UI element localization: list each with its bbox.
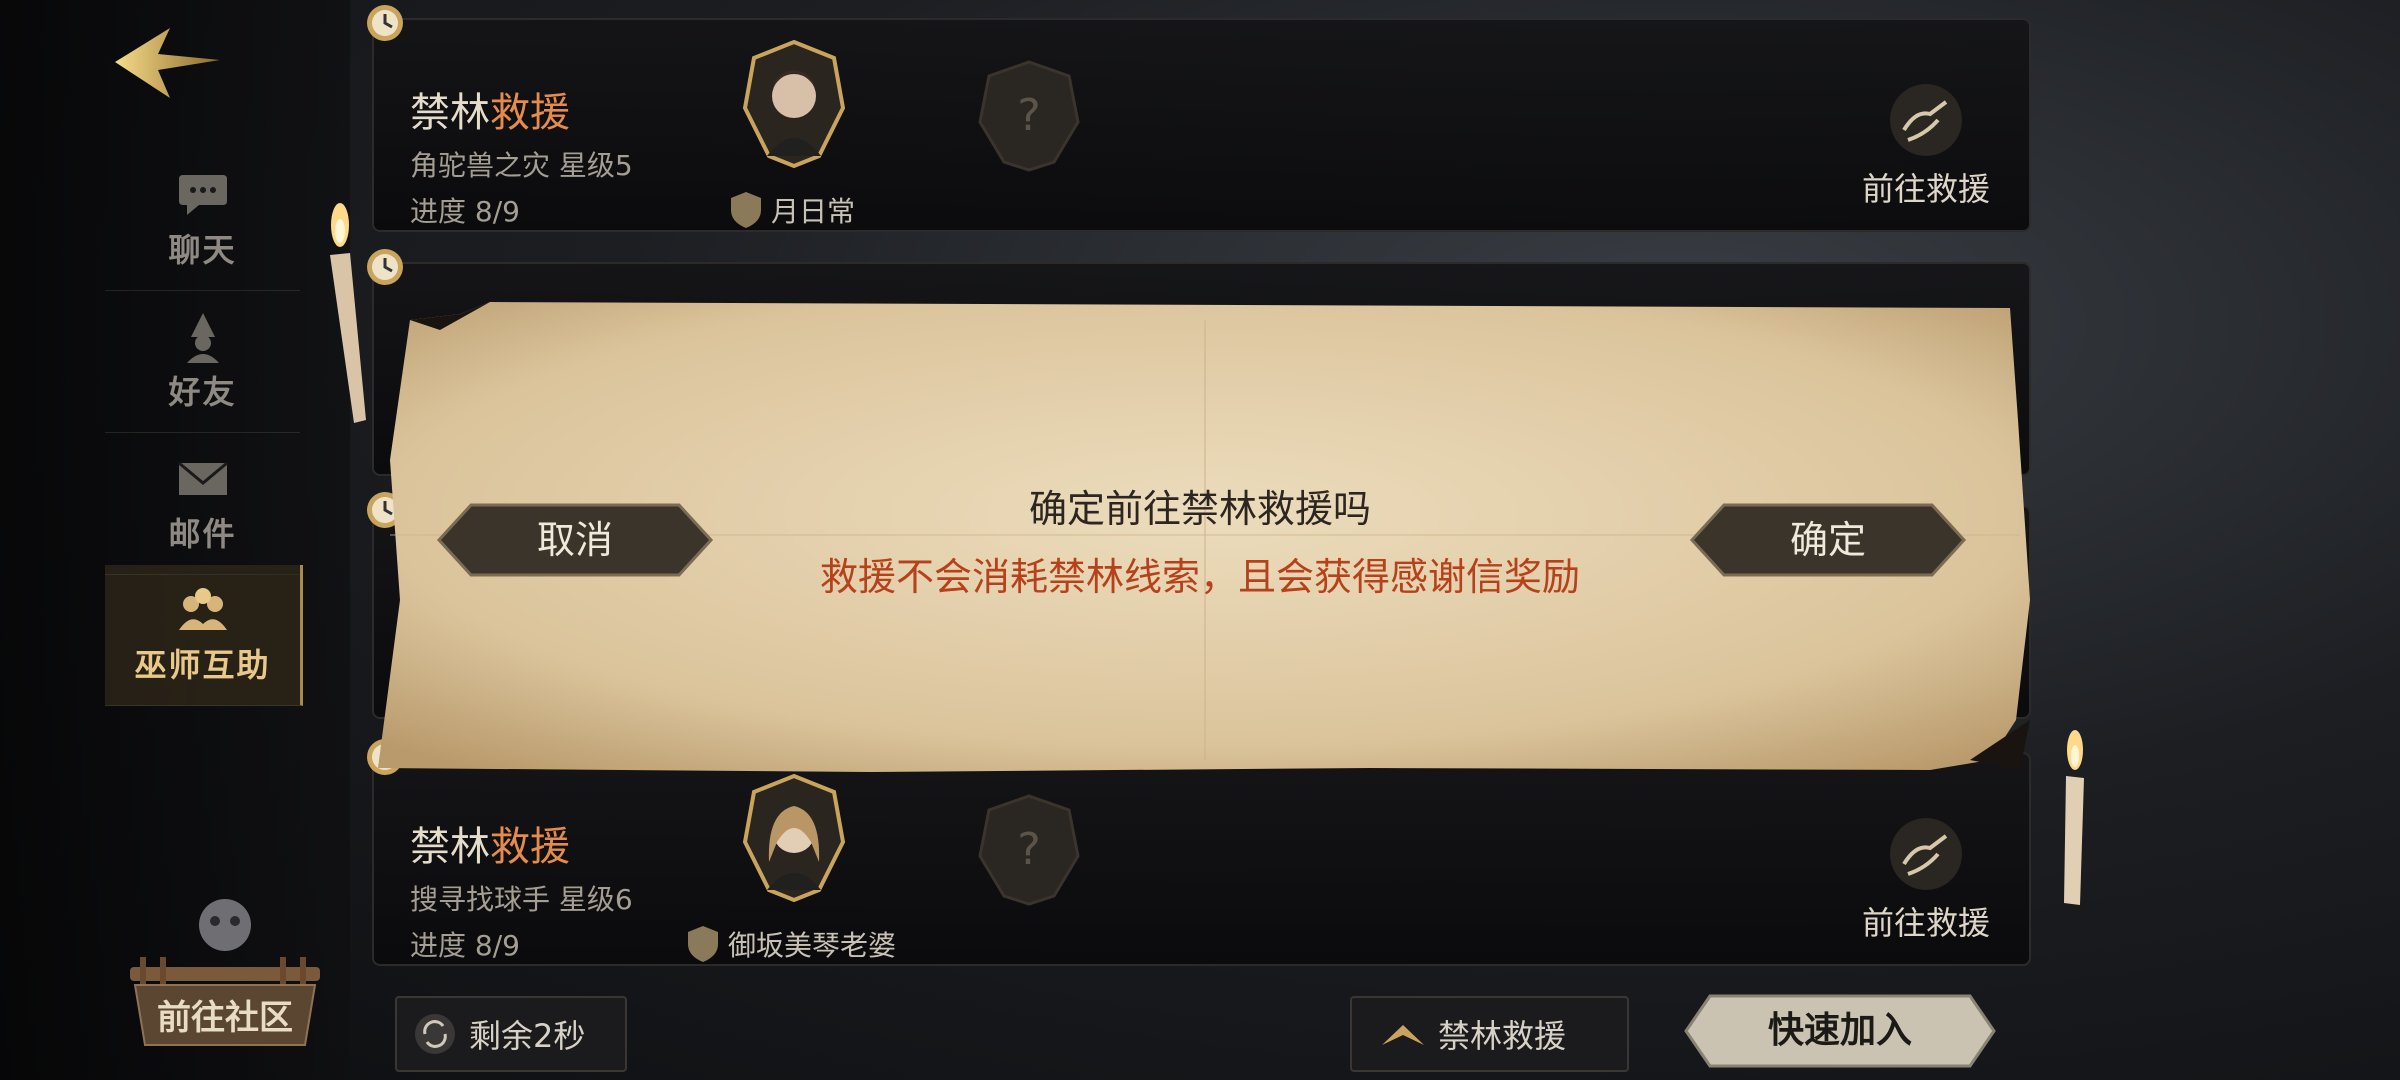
cancel-button[interactable]: 取消 <box>435 501 715 579</box>
confirm-dialog: 确定前往禁林救援吗 救援不会消耗禁林线索，且会获得感谢信奖励 取消 确定 <box>0 0 2400 1080</box>
dialog-title: 确定前往禁林救援吗 <box>1028 487 1371 531</box>
confirm-button[interactable]: 确定 <box>1688 501 1968 579</box>
dialog-note: 救援不会消耗禁林线索，且会获得感谢信奖励 <box>819 555 1580 599</box>
